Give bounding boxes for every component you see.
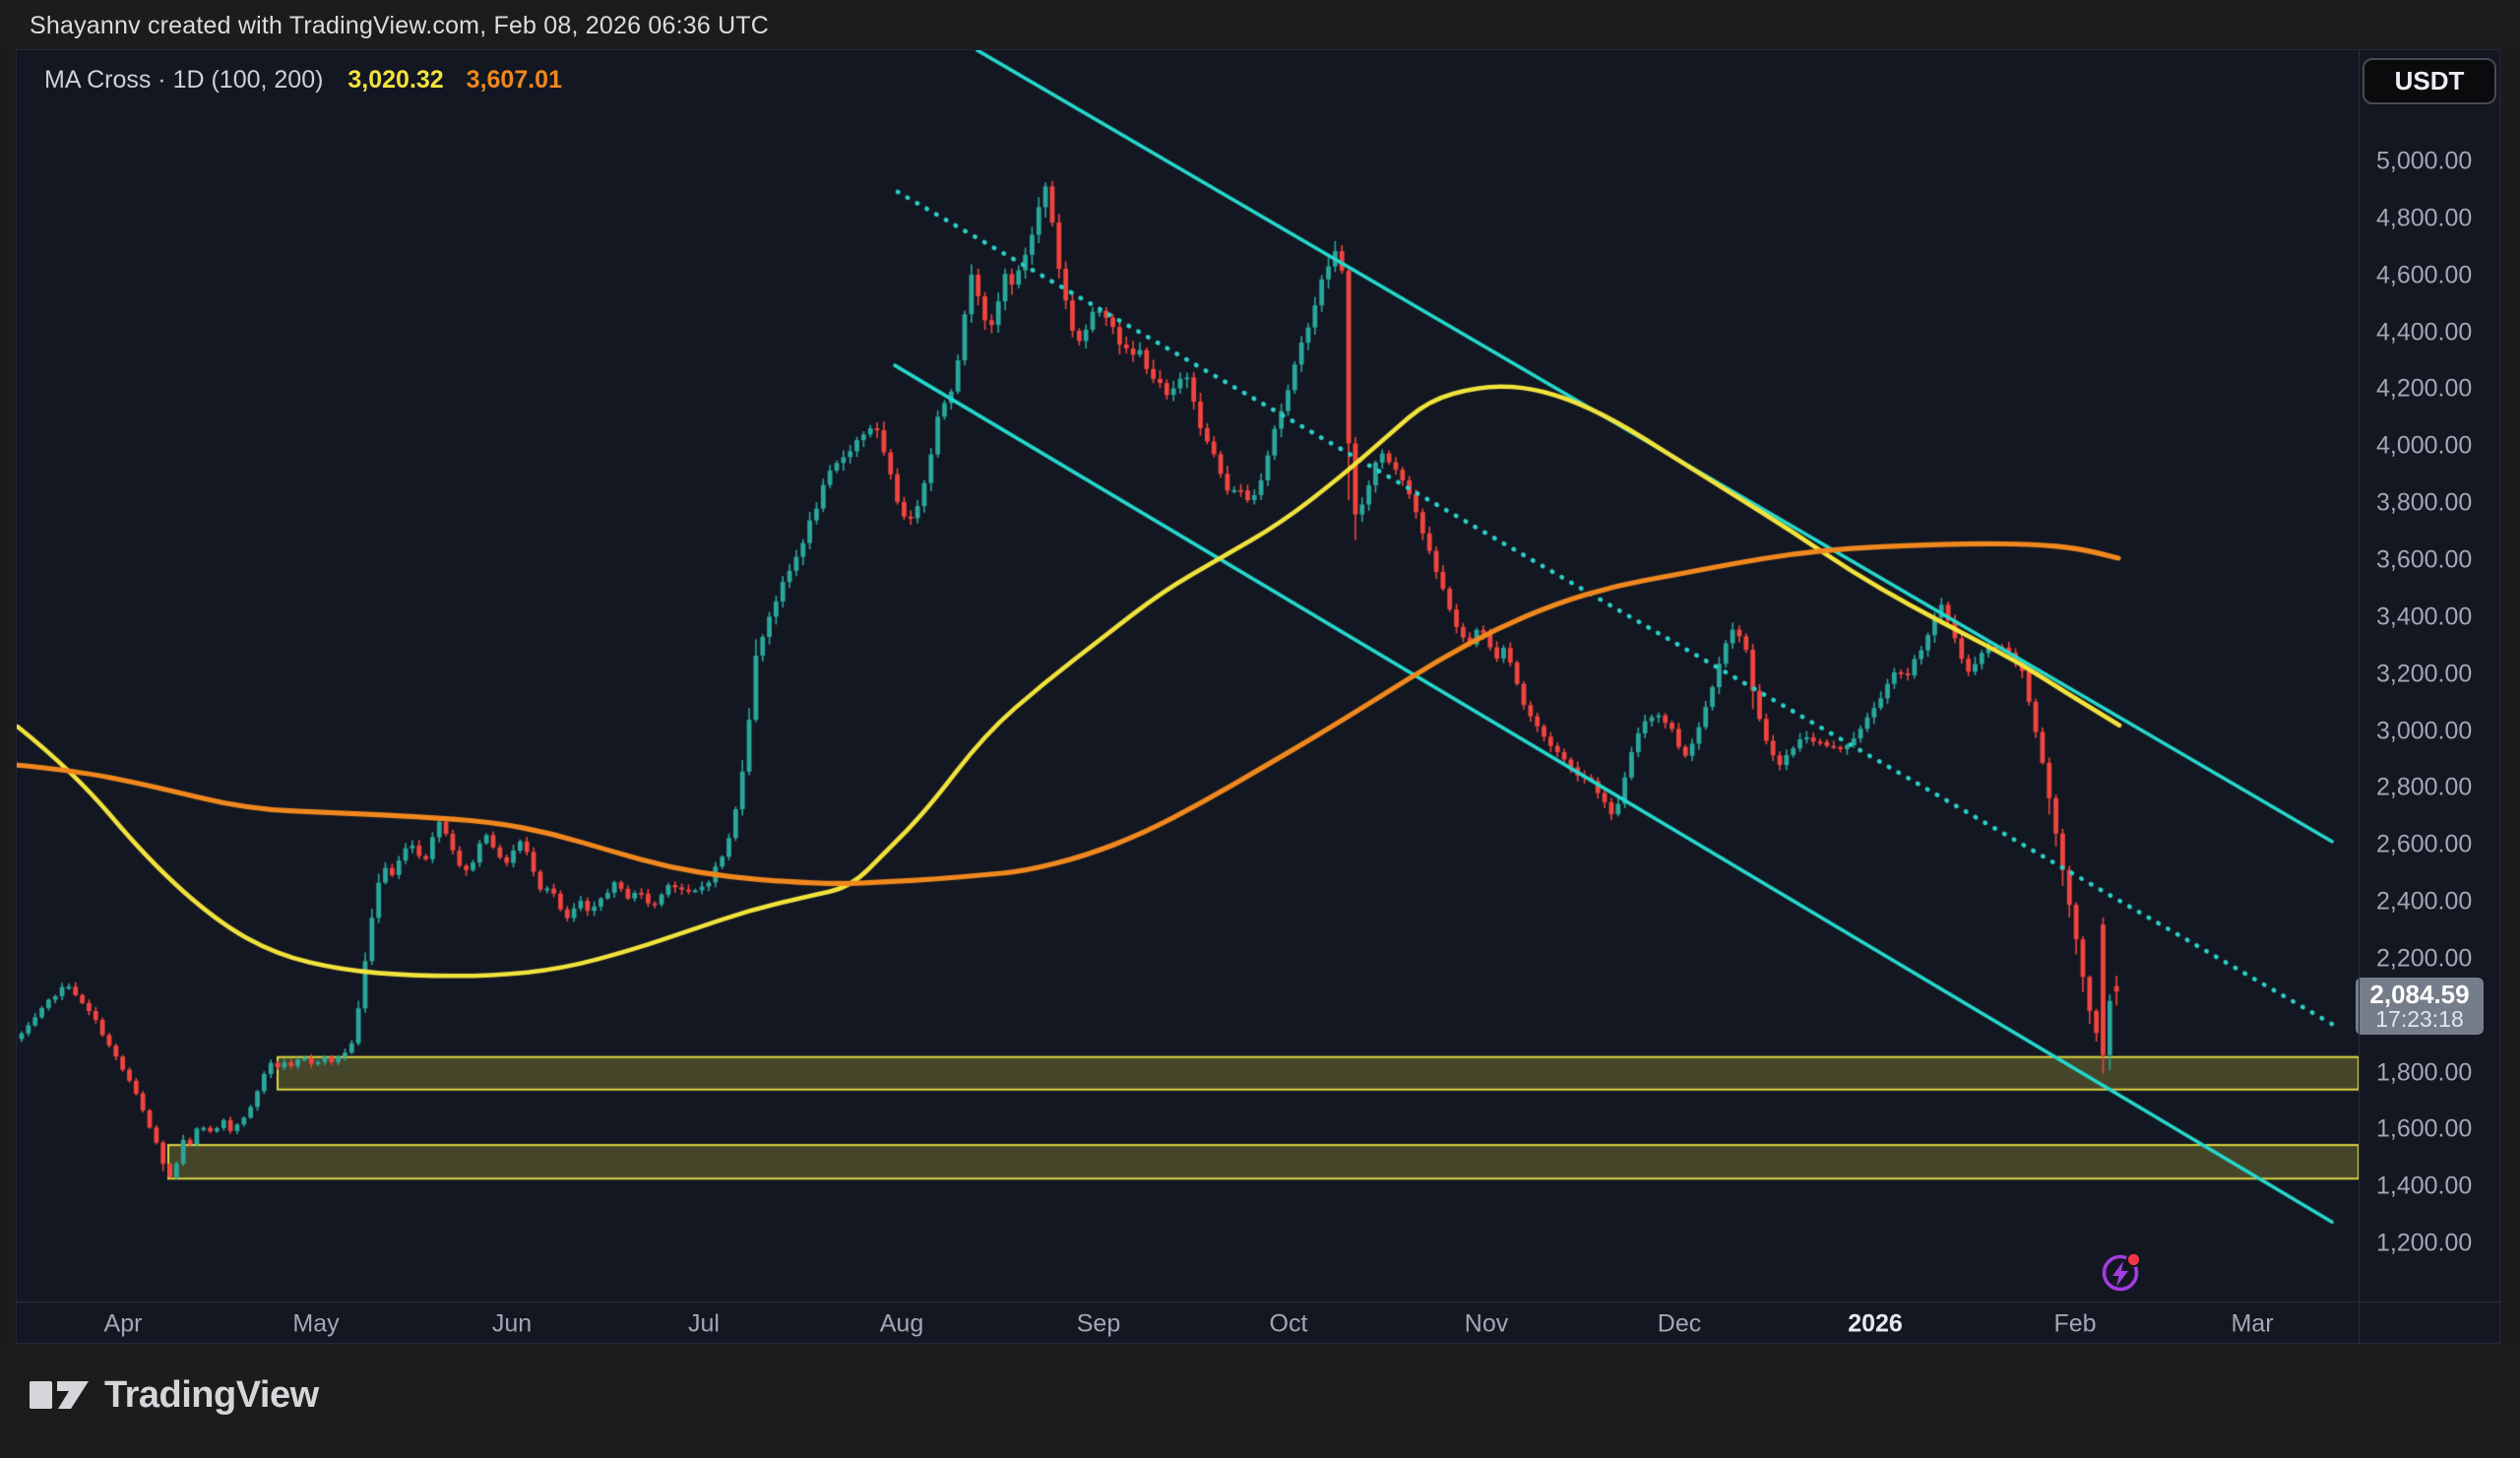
time-axis-label: Dec [1657,1309,1702,1337]
price-axis-label: 1,200.00 [2376,1229,2473,1257]
price-axis-label: 2,600.00 [2376,830,2473,858]
time-axis-label: 2026 [1848,1309,1903,1337]
ma-slow-value: 3,607.01 [466,66,562,94]
price-axis-label: 1,600.00 [2376,1114,2473,1143]
price-axis-label: 4,400.00 [2376,318,2473,347]
price-axis-label: 3,800.00 [2376,488,2473,517]
price-axis-label: 4,000.00 [2376,431,2473,460]
notification-dot [2125,1251,2142,1268]
tradingview-wordmark: TradingView [104,1373,319,1416]
price-axis-label: 4,200.00 [2376,374,2473,403]
attribution-text: Shayannv created with TradingView.com, F… [30,12,770,39]
time-axis-label: Aug [879,1309,924,1337]
tradingview-logo[interactable]: TradingView [30,1373,319,1417]
time-axis-label: Sep [1076,1309,1121,1337]
time-axis-label: Oct [1269,1309,1308,1337]
tradingview-screenshot: Shayannv created with TradingView.com, F… [0,0,2520,1458]
price-axis-label: 2,800.00 [2376,773,2473,801]
price-axis-label: 3,400.00 [2376,602,2473,631]
price-axis-label: 5,000.00 [2376,147,2473,175]
price-axis-label: 1,400.00 [2376,1172,2473,1200]
time-axis[interactable]: Apr May Jun Jul Aug Sep Oct Nov Dec 2026 Feb Mar [17,1302,2501,1345]
time-axis-label: Jun [491,1309,533,1337]
time-axis-label: Apr [103,1309,143,1337]
price-axis[interactable]: USDT 2,084.59 17:23:18 5,000.00 4,800.00 4… [2356,50,2501,1301]
time-axis-label: May [292,1309,340,1337]
tradingview-logo-icon [30,1381,89,1409]
currency-unit-button[interactable]: USDT [2362,58,2496,104]
last-price-tag: 2,084.59 17:23:18 [2356,978,2484,1036]
price-axis-label: 3,600.00 [2376,545,2473,574]
attribution-bar: Shayannv created with TradingView.com, F… [0,0,2520,49]
chart-panel: MA Cross · 1D (100, 200) 3,020.32 3,607.… [16,49,2501,1345]
time-axis-label: Mar [2231,1309,2274,1337]
price-axis-label: 2,200.00 [2376,944,2473,973]
time-axis-label: Nov [1464,1309,1509,1337]
price-axis-label: 4,800.00 [2376,204,2473,232]
price-axis-label: 1,800.00 [2376,1058,2473,1087]
last-price-value: 2,084.59 [2369,979,2470,1009]
lightning-bolt-icon [2112,1261,2128,1287]
ma-fast-value: 3,020.32 [347,66,444,94]
price-axis-label: 3,000.00 [2376,717,2473,745]
instant-alerts-icon[interactable] [2098,1247,2147,1297]
time-axis-label: Jul [688,1309,720,1337]
indicator-legend[interactable]: MA Cross · 1D (100, 200) 3,020.32 3,607.… [44,66,562,95]
axis-divider-vertical [2359,50,2360,1345]
price-axis-label: 3,200.00 [2376,660,2473,688]
price-chart-canvas[interactable] [17,50,2359,1301]
bottom-bar: TradingView [0,1344,2520,1458]
axis-divider-horizontal [17,1301,2501,1302]
indicator-title[interactable]: MA Cross · 1D (100, 200) [44,66,323,94]
bar-countdown: 17:23:18 [2375,1005,2464,1032]
time-axis-label: Feb [2053,1309,2097,1337]
price-axis-label: 4,600.00 [2376,261,2473,289]
price-axis-label: 2,400.00 [2376,887,2473,916]
